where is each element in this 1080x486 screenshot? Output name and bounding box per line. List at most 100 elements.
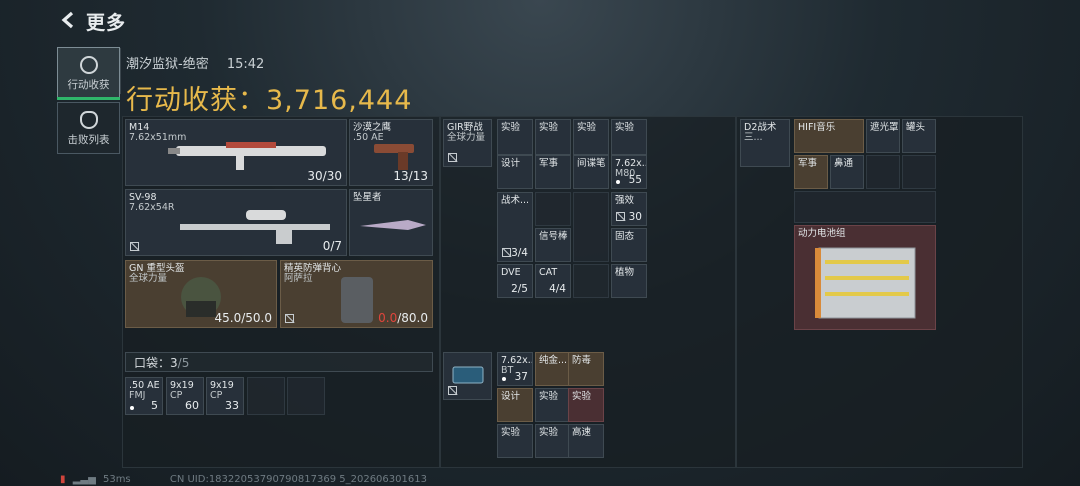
uid-text: CN UID:18322053790790817369 5_2026063016…	[169, 474, 427, 485]
bag-empty-slot[interactable]	[902, 155, 936, 189]
rig-item-name: 植物	[615, 267, 635, 278]
rig-empty-slot[interactable]	[535, 192, 571, 226]
rig-item-name: 军事	[539, 158, 559, 169]
pocket-label: 口袋：	[134, 356, 171, 370]
match-info: 潮汐监狱-绝密 15:42	[126, 53, 264, 72]
bag-item-name: 罐头	[906, 122, 926, 133]
rig-item[interactable]: 间谍笔	[573, 155, 609, 189]
rig-item[interactable]: 固态	[611, 228, 647, 262]
bag-item[interactable]: 军事	[794, 155, 828, 189]
rig-item[interactable]: 实验	[535, 119, 571, 155]
header-divider	[120, 48, 121, 94]
safe-case-slot[interactable]	[443, 352, 492, 400]
bag-item[interactable]: HIFI音乐	[794, 119, 864, 153]
rig-sub: 全球力量	[447, 132, 486, 143]
rig-item-count: 4/4	[549, 283, 566, 295]
case-item[interactable]: 防毒	[568, 352, 604, 386]
tab-harvest-label: 行动收获	[67, 79, 110, 91]
rig-item[interactable]: 设计	[497, 155, 533, 189]
rig-item-name: 固态	[615, 231, 635, 242]
helmet-slot[interactable]: GN 重型头盔 全球力量 45.0/50.0	[125, 260, 277, 328]
pocket-item[interactable]: 9x19 CP 33	[206, 377, 244, 415]
rig-item[interactable]: 实验	[573, 119, 609, 155]
uninsured-icon	[448, 153, 457, 162]
battery-name: 动力电池组	[798, 228, 846, 239]
rig-item-count: 3/4	[511, 247, 528, 259]
bag-empty-slot[interactable]	[794, 191, 936, 223]
case-item[interactable]: 实验	[568, 388, 604, 422]
weapon-m14[interactable]: M14 7.62x51mm 30/30	[125, 119, 347, 186]
rig-item-name: CAT	[539, 267, 558, 278]
bag-empty-slot[interactable]	[866, 155, 900, 189]
case-item[interactable]: 实验	[535, 424, 571, 458]
case-item[interactable]: 纯金...	[535, 352, 571, 386]
rig-item[interactable]: 实验	[611, 119, 647, 155]
back-chevron-icon[interactable]	[58, 10, 78, 30]
rifle-icon	[168, 142, 326, 170]
rig-item-name: 实验	[501, 122, 521, 133]
rig-item[interactable]: 7.62x... M80 55	[611, 155, 647, 189]
knife-icon	[360, 220, 426, 230]
rig-item-name: 实验	[577, 122, 597, 133]
bag-item[interactable]: 遮光罩	[866, 119, 900, 153]
pocket-item[interactable]: 9x19 CP 60	[166, 377, 204, 415]
case-item-sub: BT	[501, 365, 514, 376]
case-item[interactable]: 高速	[568, 424, 604, 458]
rig-item-name: 战术...	[501, 195, 530, 206]
knife-name: 坠星者	[353, 192, 382, 203]
case-item[interactable]: 实验	[535, 388, 571, 422]
helmet-sub: 全球力量	[129, 273, 168, 284]
rig-item[interactable]: 植物	[611, 264, 647, 298]
pocket-item-count: 60	[185, 399, 199, 412]
chest-rig-slot[interactable]: GIR野战 全球力量	[443, 119, 492, 167]
tab-harvest[interactable]: 行动收获	[57, 47, 120, 100]
rig-item[interactable]: 信号棒	[535, 228, 571, 262]
case-item-name: 实验	[501, 427, 521, 438]
rig-item[interactable]: 强效 30	[611, 192, 647, 226]
uninsured-icon	[130, 242, 139, 251]
backpack-slot[interactable]: D2战术 三...	[740, 119, 790, 167]
rig-item[interactable]: 战术... 3/4	[497, 192, 533, 262]
battery-pack-item[interactable]: 动力电池组	[794, 225, 936, 330]
armor-durability: 0.0/80.0	[378, 311, 428, 325]
rig-item-count: 30	[628, 211, 642, 223]
case-item[interactable]: 设计	[497, 388, 533, 422]
weapon-desert-eagle[interactable]: 沙漠之鹰 .50 AE 13/13	[349, 119, 433, 186]
pocket-item[interactable]: .50 AE FMJ 5	[125, 377, 163, 415]
bag-item[interactable]: 罐头	[902, 119, 936, 153]
case-item-name: 防毒	[572, 355, 592, 366]
armor-durability-current: 0.0	[378, 311, 398, 325]
marked-dot-icon	[502, 377, 506, 381]
pocket-empty-slot[interactable]	[247, 377, 285, 415]
rig-item-name: DVE	[501, 267, 521, 278]
bag-item-name: HIFI音乐	[798, 122, 836, 133]
rig-empty-slot[interactable]	[573, 264, 609, 298]
pocket-empty-slot[interactable]	[287, 377, 325, 415]
pocket-header: 口袋：3/5	[125, 352, 433, 372]
pocket-count: 3	[170, 356, 178, 370]
rig-item[interactable]: CAT 4/4	[535, 264, 571, 298]
case-item[interactable]: 7.62x... BT 37	[497, 352, 533, 386]
rig-item[interactable]: 军事	[535, 155, 571, 189]
melee-knife[interactable]: 坠星者	[349, 189, 433, 256]
bag-item[interactable]: 鼻通	[830, 155, 864, 189]
desert-eagle-ammo: 13/13	[393, 169, 428, 183]
skull-icon	[79, 111, 98, 129]
tab-kill-list[interactable]: 击败列表	[57, 102, 120, 154]
rig-empty-slot[interactable]	[573, 192, 609, 262]
uninsured-icon	[285, 314, 294, 323]
case-item-name: 实验	[572, 391, 592, 402]
case-item-count: 37	[514, 371, 528, 383]
rig-item-name: 实验	[615, 122, 635, 133]
pocket-item-sub: CP	[210, 390, 223, 401]
weapon-sv98[interactable]: SV-98 7.62x54R 0/7	[125, 189, 347, 256]
pocket-item-count: 5	[151, 399, 158, 412]
marked-dot-icon	[130, 406, 134, 410]
rig-item[interactable]: DVE 2/5	[497, 264, 533, 298]
case-item[interactable]: 实验	[497, 424, 533, 458]
harvest-label: 行动收获：	[126, 85, 266, 116]
rig-item[interactable]: 实验	[497, 119, 533, 155]
rig-item-count: 55	[628, 174, 642, 186]
rig-item-name: 设计	[501, 158, 521, 169]
armor-slot[interactable]: 精英防弹背心 阿萨拉 0.0/80.0	[280, 260, 433, 328]
